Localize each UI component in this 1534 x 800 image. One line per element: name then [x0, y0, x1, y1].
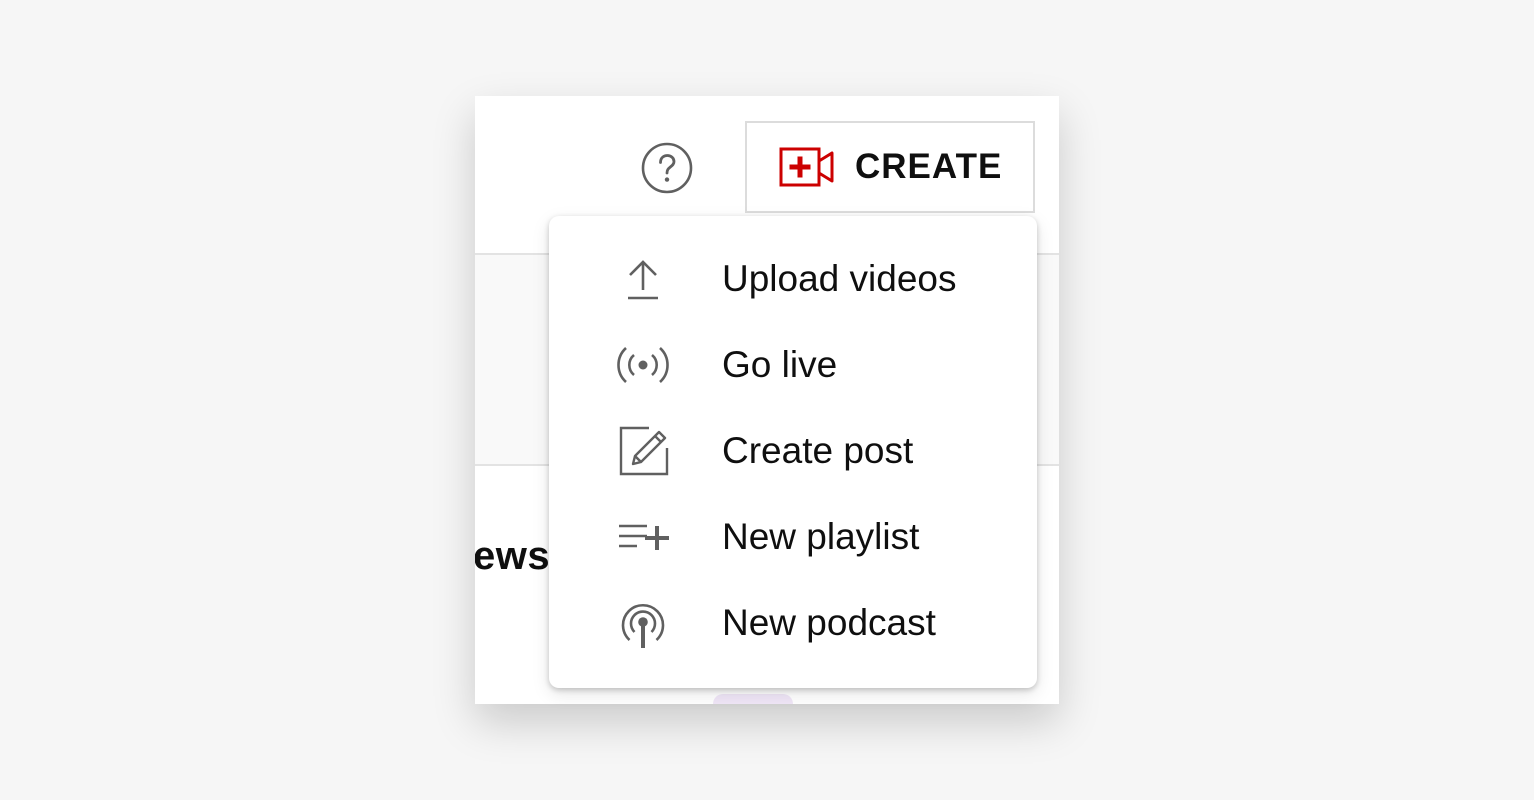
background-heading: ews: [475, 534, 551, 578]
background-chip: [713, 694, 793, 704]
playlist-add-icon: [619, 524, 669, 550]
edit-post-icon: [619, 426, 669, 476]
create-menu: Upload videos Go live Create post New pl…: [549, 216, 1037, 688]
upload-icon: [628, 260, 658, 300]
menu-item-label: New podcast: [722, 602, 936, 643]
menu-item-create-post[interactable]: Create post: [549, 408, 1037, 494]
menu-item-label: Go live: [722, 344, 838, 385]
help-circle-icon: [641, 142, 693, 194]
video-camera-plus-icon: [779, 147, 834, 187]
menu-item-label: Upload videos: [722, 258, 957, 299]
menu-item-label: New playlist: [722, 516, 920, 557]
menu-item-go-live[interactable]: Go live: [549, 322, 1037, 408]
create-button-label: CREATE: [855, 147, 1003, 186]
broadcast-icon: [617, 347, 669, 383]
help-button[interactable]: [641, 142, 693, 194]
menu-item-upload-videos[interactable]: Upload videos: [549, 236, 1037, 322]
menu-item-label: Create post: [722, 430, 914, 471]
create-button[interactable]: CREATE: [745, 121, 1035, 213]
menu-item-new-podcast[interactable]: New podcast: [549, 580, 1037, 666]
menu-item-new-playlist[interactable]: New playlist: [549, 494, 1037, 580]
podcast-icon: [621, 603, 665, 648]
